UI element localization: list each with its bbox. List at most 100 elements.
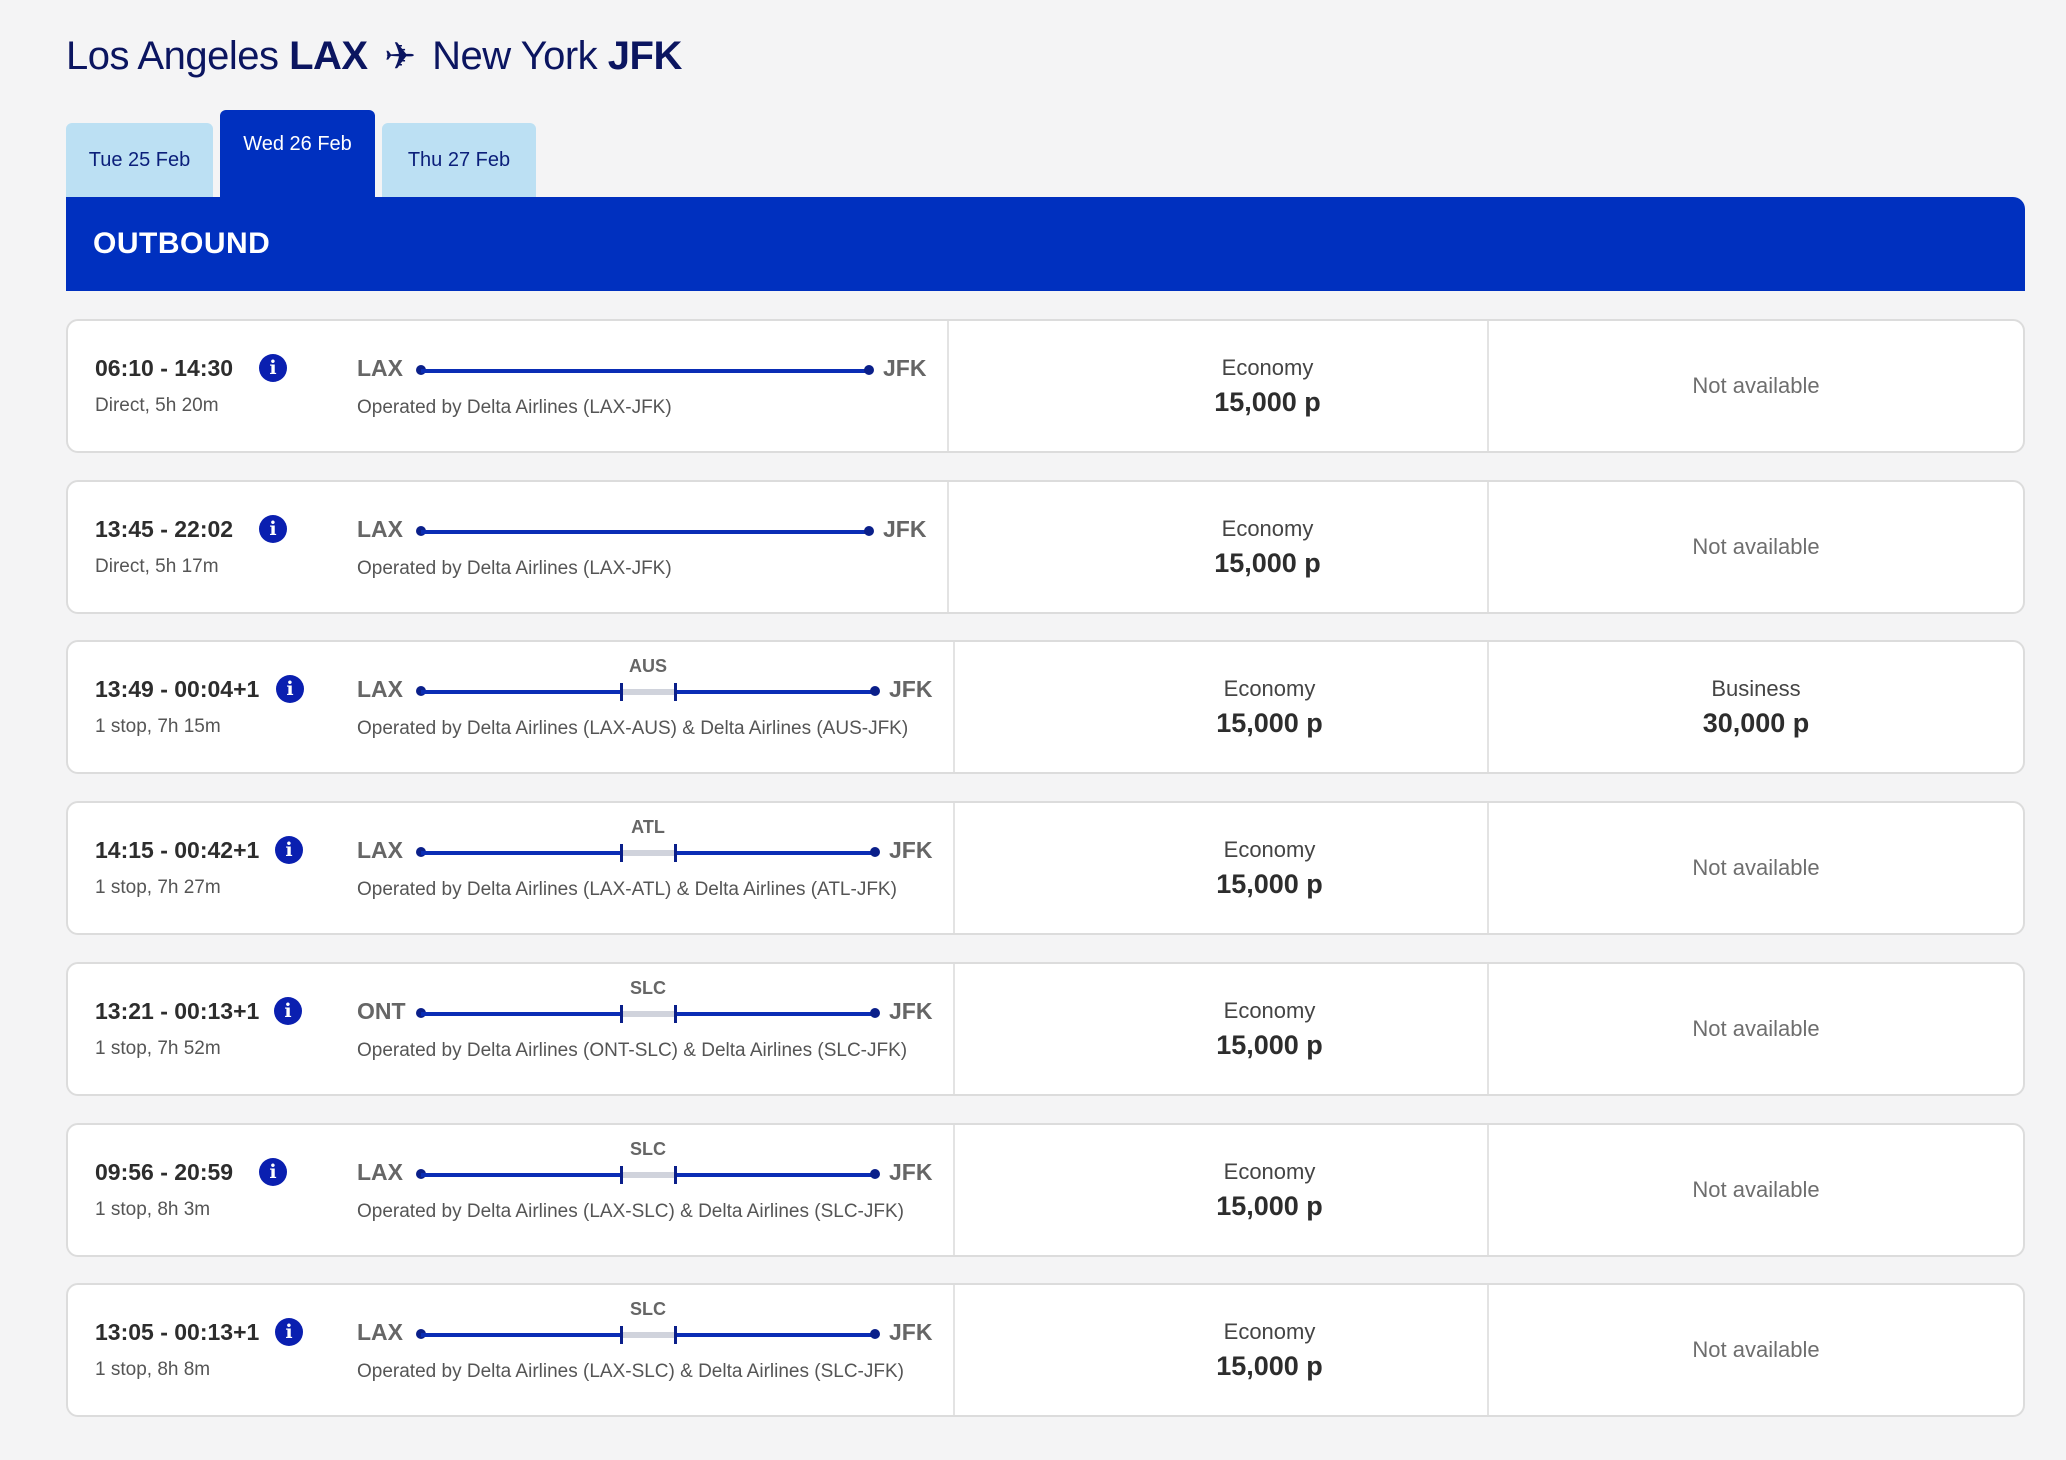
flight-row[interactable]: 06:10 - 14:30 i Direct, 5h 20m LAX JFK O… bbox=[66, 319, 2025, 453]
flight-row[interactable]: 14:15 - 00:42+1 i 1 stop, 7h 27m LAX ATL… bbox=[66, 801, 2025, 935]
operated-by: Operated by Delta Airlines (LAX-AUS) & D… bbox=[357, 718, 909, 739]
not-available-label: Not available bbox=[1692, 373, 1820, 398]
fare-price: 15,000 p bbox=[1214, 547, 1321, 578]
business-fare-cell[interactable]: Business 30,000 p bbox=[1487, 642, 2023, 772]
info-icon[interactable]: i bbox=[259, 1158, 287, 1186]
fare-cabin: Economy bbox=[1221, 515, 1314, 541]
fare-cabin: Economy bbox=[1223, 675, 1316, 701]
origin-city: Los Angeles bbox=[66, 34, 279, 78]
flight-time-range: 14:15 - 00:42+1 bbox=[95, 837, 260, 863]
route-line-segment bbox=[421, 1173, 621, 1177]
stopover-code: AUS bbox=[628, 656, 667, 676]
flight-time-range: 13:49 - 00:04+1 bbox=[95, 676, 260, 702]
route-line-segment bbox=[675, 1173, 875, 1177]
info-icon[interactable]: i bbox=[276, 675, 304, 703]
destination-airport-code: JFK bbox=[889, 837, 933, 863]
route-line-segment bbox=[421, 690, 621, 694]
origin-airport-code: LAX bbox=[357, 516, 403, 542]
not-available-label: Not available bbox=[1692, 1177, 1820, 1202]
info-icon[interactable]: i bbox=[275, 836, 303, 864]
route-diagram: LAX SLC JFK Operated by Delta Airlines (… bbox=[357, 1285, 932, 1415]
layover-segment bbox=[621, 850, 675, 856]
layover-segment bbox=[621, 1172, 675, 1178]
destination-airport-code: JFK bbox=[883, 516, 927, 542]
outbound-header: OUTBOUND bbox=[66, 197, 2025, 291]
business-fare-cell: Not available bbox=[1487, 803, 2023, 933]
tab-wed-26-feb[interactable]: Wed 26 Feb bbox=[220, 110, 375, 197]
route-diagram: ONT SLC JFK Operated by Delta Airlines (… bbox=[357, 964, 932, 1094]
stopover-code: SLC bbox=[630, 1299, 666, 1319]
route-diagram: LAX JFK Operated by Delta Airlines (LAX-… bbox=[357, 321, 926, 451]
operated-by: Operated by Delta Airlines (LAX-JFK) bbox=[357, 558, 672, 579]
route-line-segment bbox=[675, 690, 875, 694]
not-available-label: Not available bbox=[1692, 855, 1820, 880]
route-line-segment bbox=[421, 1333, 621, 1337]
stopover-code: SLC bbox=[630, 978, 666, 998]
operated-by: Operated by Delta Airlines (LAX-JFK) bbox=[357, 397, 672, 418]
section-title: OUTBOUND bbox=[93, 227, 271, 260]
business-fare-cell: Not available bbox=[1487, 1285, 2023, 1415]
destination-airport-code: JFK bbox=[889, 676, 933, 702]
business-fare-cell: Not available bbox=[1487, 964, 2023, 1094]
destination-airport-code: JFK bbox=[889, 998, 933, 1024]
business-fare-cell: Not available bbox=[1487, 321, 2023, 451]
not-available-label: Not available bbox=[1692, 1016, 1820, 1041]
fare-cabin: Economy bbox=[1223, 997, 1316, 1023]
layover-end-tick bbox=[674, 1005, 677, 1023]
info-icon[interactable]: i bbox=[275, 1318, 303, 1346]
destination-airport-code: JFK bbox=[889, 1319, 933, 1345]
destination-dot bbox=[870, 847, 880, 857]
operated-by: Operated by Delta Airlines (LAX-SLC) & D… bbox=[357, 1201, 904, 1222]
flight-row[interactable]: 09:56 - 20:59 i 1 stop, 8h 3m LAX SLC JF… bbox=[66, 1123, 2025, 1257]
layover-segment bbox=[621, 1332, 675, 1338]
origin-airport-code: LAX bbox=[357, 676, 403, 702]
info-icon[interactable]: i bbox=[259, 354, 287, 382]
origin-code: LAX bbox=[289, 34, 368, 78]
business-fare-cell: Not available bbox=[1487, 1125, 2023, 1255]
fare-price: 15,000 p bbox=[1216, 1029, 1323, 1060]
route-line-segment bbox=[675, 851, 875, 855]
tab-tue-25-feb[interactable]: Tue 25 Feb bbox=[66, 123, 213, 197]
page-title: Los Angeles LAX ✈ New York JFK bbox=[66, 34, 682, 79]
route-diagram: LAX JFK Operated by Delta Airlines (LAX-… bbox=[357, 482, 926, 612]
fare-cabin: Economy bbox=[1223, 1158, 1316, 1184]
destination-dot bbox=[870, 1008, 880, 1018]
route-diagram: LAX SLC JFK Operated by Delta Airlines (… bbox=[357, 1125, 932, 1255]
airplane-icon: ✈ bbox=[384, 36, 416, 78]
layover-end-tick bbox=[674, 683, 677, 701]
fare-price: 15,000 p bbox=[1214, 386, 1321, 417]
fare-price: 15,000 p bbox=[1216, 707, 1323, 738]
destination-dot bbox=[870, 1169, 880, 1179]
layover-start-tick bbox=[620, 1166, 623, 1184]
flight-duration: 1 stop, 8h 3m bbox=[95, 1199, 211, 1220]
route-line-segment bbox=[675, 1333, 875, 1337]
route-line bbox=[421, 530, 869, 534]
layover-start-tick bbox=[620, 1005, 623, 1023]
layover-end-tick bbox=[674, 1326, 677, 1344]
layover-end-tick bbox=[674, 844, 677, 862]
flight-duration: Direct, 5h 20m bbox=[95, 395, 219, 416]
flight-row[interactable]: 13:49 - 00:04+1 i 1 stop, 7h 15m LAX AUS… bbox=[66, 640, 2025, 774]
business-fare-cell: Not available bbox=[1487, 482, 2023, 612]
layover-end-tick bbox=[674, 1166, 677, 1184]
layover-start-tick bbox=[620, 1326, 623, 1344]
flight-row[interactable]: 13:21 - 00:13+1 i 1 stop, 7h 52m ONT SLC… bbox=[66, 962, 2025, 1096]
info-icon[interactable]: i bbox=[259, 515, 287, 543]
not-available-label: Not available bbox=[1692, 1337, 1820, 1362]
info-icon[interactable]: i bbox=[274, 997, 302, 1025]
flight-duration: 1 stop, 8h 8m bbox=[95, 1359, 211, 1380]
origin-airport-code: LAX bbox=[357, 1319, 403, 1345]
fare-cabin: Economy bbox=[1221, 354, 1314, 380]
route-line-segment bbox=[675, 1012, 875, 1016]
destination-dot bbox=[864, 526, 874, 536]
fare-cabin: Economy bbox=[1223, 836, 1316, 862]
flight-duration: 1 stop, 7h 52m bbox=[95, 1038, 221, 1059]
stopover-code: SLC bbox=[630, 1139, 666, 1159]
flight-time-range: 13:21 - 00:13+1 bbox=[95, 998, 260, 1024]
flight-row[interactable]: 13:45 - 22:02 i Direct, 5h 17m LAX JFK O… bbox=[66, 480, 2025, 614]
layover-segment bbox=[621, 689, 675, 695]
tab-thu-27-feb[interactable]: Thu 27 Feb bbox=[382, 123, 536, 197]
flight-row[interactable]: 13:05 - 00:13+1 i 1 stop, 8h 8m LAX SLC … bbox=[66, 1283, 2025, 1417]
fare-price: 30,000 p bbox=[1702, 707, 1810, 738]
fare-cabin: Economy bbox=[1223, 1318, 1316, 1344]
